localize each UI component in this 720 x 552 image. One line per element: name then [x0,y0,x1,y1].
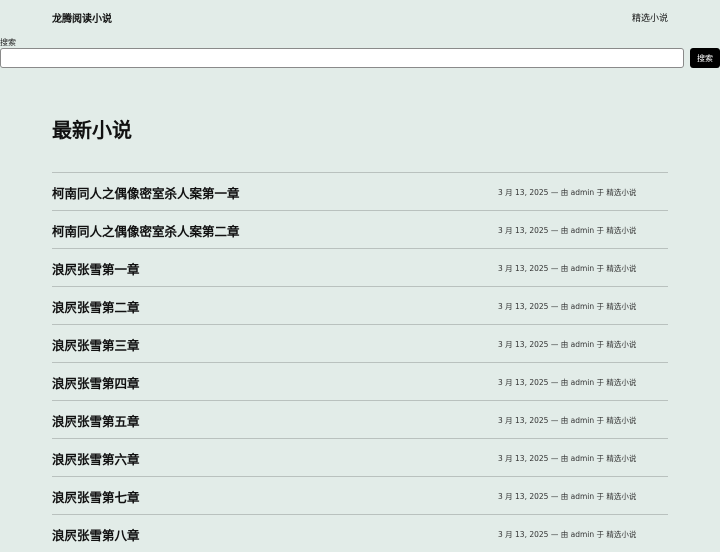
post-date: 3 月 13, 2025 [498,530,549,539]
meta-by: 由 [560,378,569,387]
post-category-link[interactable]: 精选小说 [606,340,636,349]
post-meta: 3 月 13, 2025 — 由 admin 于 精选小说 [498,339,636,350]
site-header: 龙腾阅读小说 精选小说 [0,0,720,36]
meta-in: 于 [596,416,605,425]
post-date: 3 月 13, 2025 [498,188,549,197]
post-item: 浪屄张雪第八章 3 月 13, 2025 — 由 admin 于 精选小说 [52,514,668,552]
post-date: 3 月 13, 2025 [498,302,549,311]
post-meta: 3 月 13, 2025 — 由 admin 于 精选小说 [498,187,636,198]
post-item: 浪屄张雪第七章 3 月 13, 2025 — 由 admin 于 精选小说 [52,476,668,514]
post-category-link[interactable]: 精选小说 [606,226,636,235]
meta-by: 由 [560,226,569,235]
meta-in: 于 [596,226,605,235]
meta-separator: — [550,226,559,235]
search-label: 搜索 [0,38,16,47]
post-author-link[interactable]: admin [571,378,595,387]
post-meta: 3 月 13, 2025 — 由 admin 于 精选小说 [498,225,636,236]
post-author-link[interactable]: admin [571,530,595,539]
post-meta: 3 月 13, 2025 — 由 admin 于 精选小说 [498,377,636,388]
meta-separator: — [550,188,559,197]
site-title-link[interactable]: 龙腾阅读小说 [52,10,112,25]
post-date: 3 月 13, 2025 [498,226,549,235]
post-date: 3 月 13, 2025 [498,492,549,501]
post-item: 浪屄张雪第三章 3 月 13, 2025 — 由 admin 于 精选小说 [52,324,668,362]
meta-separator: — [550,454,559,463]
meta-in: 于 [596,302,605,311]
post-title-link[interactable]: 浪屄张雪第四章 [52,373,140,392]
search-button[interactable]: 搜索 [690,48,720,68]
meta-separator: — [550,340,559,349]
post-title-link[interactable]: 浪屄张雪第八章 [52,525,140,544]
meta-in: 于 [596,454,605,463]
post-author-link[interactable]: admin [571,302,595,311]
post-item: 柯南同人之偶像密室杀人案第一章 3 月 13, 2025 — 由 admin 于… [52,172,668,210]
post-item: 柯南同人之偶像密室杀人案第二章 3 月 13, 2025 — 由 admin 于… [52,210,668,248]
meta-separator: — [550,264,559,273]
post-date: 3 月 13, 2025 [498,378,549,387]
post-category-link[interactable]: 精选小说 [606,302,636,311]
meta-by: 由 [560,188,569,197]
post-date: 3 月 13, 2025 [498,340,549,349]
post-title-link[interactable]: 柯南同人之偶像密室杀人案第二章 [52,221,240,240]
post-meta: 3 月 13, 2025 — 由 admin 于 精选小说 [498,301,636,312]
meta-in: 于 [596,492,605,501]
post-meta: 3 月 13, 2025 — 由 admin 于 精选小说 [498,529,636,540]
meta-by: 由 [560,302,569,311]
post-item: 浪屄张雪第四章 3 月 13, 2025 — 由 admin 于 精选小说 [52,362,668,400]
post-title-link[interactable]: 浪屄张雪第七章 [52,487,140,506]
post-date: 3 月 13, 2025 [498,264,549,273]
post-author-link[interactable]: admin [571,492,595,501]
post-category-link[interactable]: 精选小说 [606,264,636,273]
meta-by: 由 [560,416,569,425]
post-meta: 3 月 13, 2025 — 由 admin 于 精选小说 [498,453,636,464]
meta-separator: — [550,302,559,311]
meta-separator: — [550,378,559,387]
post-date: 3 月 13, 2025 [498,416,549,425]
nav-link-featured[interactable]: 精选小说 [632,11,668,24]
post-author-link[interactable]: admin [571,226,595,235]
meta-separator: — [550,530,559,539]
meta-separator: — [550,492,559,501]
post-category-link[interactable]: 精选小说 [606,416,636,425]
meta-separator: — [550,416,559,425]
meta-by: 由 [560,264,569,273]
post-category-link[interactable]: 精选小说 [606,530,636,539]
post-meta: 3 月 13, 2025 — 由 admin 于 精选小说 [498,491,636,502]
post-author-link[interactable]: admin [571,340,595,349]
post-author-link[interactable]: admin [571,264,595,273]
post-meta: 3 月 13, 2025 — 由 admin 于 精选小说 [498,263,636,274]
search-input[interactable] [0,48,684,68]
post-title-link[interactable]: 浪屄张雪第一章 [52,259,140,278]
post-item: 浪屄张雪第二章 3 月 13, 2025 — 由 admin 于 精选小说 [52,286,668,324]
meta-by: 由 [560,492,569,501]
page-title: 最新小说 [52,118,132,142]
post-title-link[interactable]: 浪屄张雪第三章 [52,335,140,354]
post-author-link[interactable]: admin [571,188,595,197]
post-category-link[interactable]: 精选小说 [606,492,636,501]
post-item: 浪屄张雪第一章 3 月 13, 2025 — 由 admin 于 精选小说 [52,248,668,286]
meta-by: 由 [560,454,569,463]
meta-by: 由 [560,340,569,349]
post-title-link[interactable]: 浪屄张雪第二章 [52,297,140,316]
post-title-link[interactable]: 浪屄张雪第六章 [52,449,140,468]
post-item: 浪屄张雪第六章 3 月 13, 2025 — 由 admin 于 精选小说 [52,438,668,476]
post-category-link[interactable]: 精选小说 [606,378,636,387]
post-list: 柯南同人之偶像密室杀人案第一章 3 月 13, 2025 — 由 admin 于… [52,172,668,552]
meta-in: 于 [596,530,605,539]
post-title-link[interactable]: 浪屄张雪第五章 [52,411,140,430]
post-item: 浪屄张雪第五章 3 月 13, 2025 — 由 admin 于 精选小说 [52,400,668,438]
post-author-link[interactable]: admin [571,416,595,425]
meta-in: 于 [596,340,605,349]
meta-in: 于 [596,378,605,387]
post-category-link[interactable]: 精选小说 [606,454,636,463]
meta-by: 由 [560,530,569,539]
meta-in: 于 [596,188,605,197]
post-author-link[interactable]: admin [571,454,595,463]
post-meta: 3 月 13, 2025 — 由 admin 于 精选小说 [498,415,636,426]
post-title-link[interactable]: 柯南同人之偶像密室杀人案第一章 [52,183,240,202]
post-category-link[interactable]: 精选小说 [606,188,636,197]
post-date: 3 月 13, 2025 [498,454,549,463]
meta-in: 于 [596,264,605,273]
